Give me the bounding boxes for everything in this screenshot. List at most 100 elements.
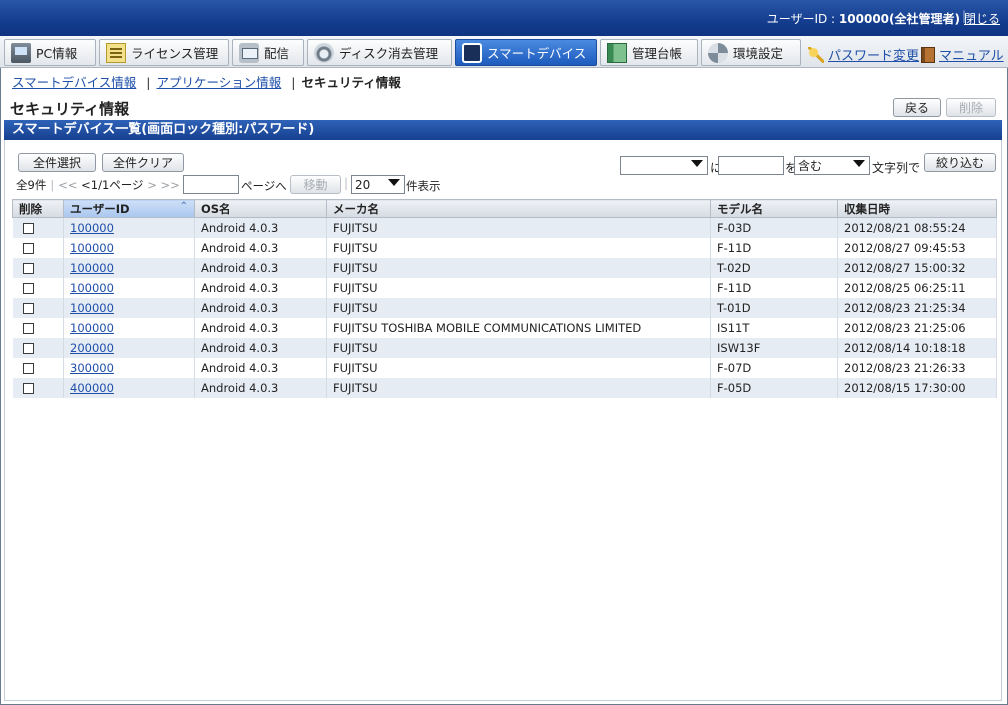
filter-text-input[interactable]: [718, 156, 784, 175]
chevron-down-icon: [691, 160, 703, 167]
clear-all-button[interactable]: 全件クリア: [102, 153, 184, 172]
maker-cell: FUJITSU: [326, 357, 711, 378]
date-cell: 2012/08/25 06:25:11: [837, 277, 997, 298]
model-cell: T-01D: [710, 297, 838, 318]
breadcrumb-app-info[interactable]: アプリケーション情報: [156, 75, 281, 90]
tab-pc-info[interactable]: PC情報: [4, 39, 96, 66]
col-header-date[interactable]: 収集日時: [837, 199, 997, 218]
breadcrumb-smart-device-info[interactable]: スマートデバイス情報: [12, 75, 136, 90]
last-page-link[interactable]: >>: [161, 178, 180, 192]
page-info: <1/1ページ: [81, 178, 144, 192]
delete-cell: [12, 377, 64, 398]
delete-checkbox[interactable]: [22, 342, 34, 354]
select-all-button[interactable]: 全件選択: [18, 153, 96, 172]
date-cell: 2012/08/14 10:18:18: [837, 337, 997, 358]
os-cell: Android 4.0.3: [194, 337, 327, 358]
delete-checkbox[interactable]: [22, 382, 34, 394]
table-row: 100000 Android 4.0.3 FUJITSU TOSHIBA MOBIL…: [12, 317, 997, 338]
user-id-link[interactable]: 100000: [70, 221, 114, 235]
page-number-input[interactable]: [183, 175, 239, 194]
delete-checkbox[interactable]: [22, 322, 34, 334]
tab-license[interactable]: ライセンス管理: [99, 39, 229, 66]
table-row: 300000 Android 4.0.3 FUJITSU F-07D 2012/08/2…: [12, 357, 997, 378]
tab-distribution[interactable]: 配信: [232, 39, 304, 66]
delete-checkbox[interactable]: [22, 262, 34, 274]
col-header-os[interactable]: OS名: [194, 199, 327, 218]
tab-smart-device[interactable]: スマートデバイス: [455, 39, 597, 66]
delete-checkbox[interactable]: [22, 362, 34, 374]
maker-cell: FUJITSU: [326, 337, 711, 358]
manual-label: マニュアル: [939, 49, 1004, 64]
key-icon: [808, 46, 824, 63]
filter-field-select[interactable]: [620, 156, 708, 175]
user-id-link[interactable]: 100000: [70, 281, 114, 295]
manual-link[interactable]: マニュアル: [921, 45, 1004, 64]
maker-cell: FUJITSU: [326, 217, 711, 238]
tab-label: ディスク消去管理: [339, 46, 439, 61]
total-count: 全9件: [16, 178, 47, 192]
table-row: 100000 Android 4.0.3 FUJITSU F-11D 2012/08/2…: [12, 277, 997, 298]
date-cell: 2012/08/27 15:00:32: [837, 257, 997, 278]
col-header-label: ユーザーID: [70, 201, 130, 216]
distribution-icon: [239, 42, 259, 63]
tab-label: 配信: [264, 46, 290, 61]
col-header-user-id[interactable]: ユーザーID ⌃: [63, 199, 195, 218]
user-id-link[interactable]: 200000: [70, 341, 114, 355]
table-row: 200000 Android 4.0.3 FUJITSU ISW13F 2012/08/…: [12, 337, 997, 358]
breadcrumb-sep: |: [146, 75, 151, 90]
close-link[interactable]: 閉じる: [964, 10, 1000, 27]
user-id-link[interactable]: 400000: [70, 381, 114, 395]
user-id-cell: 100000: [63, 277, 195, 298]
table-row: 400000 Android 4.0.3 FUJITSU F-05D 2012/08/1…: [12, 377, 997, 398]
os-cell: Android 4.0.3: [194, 217, 327, 238]
user-id-cell: 300000: [63, 357, 195, 378]
move-button[interactable]: 移動: [290, 175, 341, 194]
tab-ledger[interactable]: 管理台帳: [600, 39, 698, 66]
delete-cell: [12, 317, 64, 338]
delete-cell: [12, 357, 64, 378]
delete-checkbox[interactable]: [22, 302, 34, 314]
user-id-cell: 100000: [63, 297, 195, 318]
tab-label: PC情報: [36, 46, 78, 61]
delete-checkbox[interactable]: [22, 242, 34, 254]
main-nav: PC情報 ライセンス管理 配信 ディスク消去管理 スマートデバイス 管理台帳 環…: [0, 36, 1008, 68]
table-row: 100000 Android 4.0.3 FUJITSU T-02D 2012/08/2…: [12, 257, 997, 278]
col-header-maker[interactable]: メーカ名: [326, 199, 711, 218]
pager: 全9件 | << <1/1ページ > >> |: [16, 177, 192, 193]
filter-button[interactable]: 絞り込む: [924, 153, 996, 172]
date-cell: 2012/08/23 21:25:06: [837, 317, 997, 338]
page-size-select[interactable]: 20: [351, 175, 405, 194]
os-cell: Android 4.0.3: [194, 377, 327, 398]
user-id-link[interactable]: 100000: [70, 261, 114, 275]
first-page-link[interactable]: <<: [58, 178, 77, 192]
sort-ascending-icon: ⌃: [179, 200, 188, 212]
filter-operator-value: 含む: [798, 159, 823, 173]
user-id-link[interactable]: 100000: [70, 321, 114, 335]
tab-label: 管理台帳: [632, 46, 683, 61]
model-cell: F-11D: [710, 277, 838, 298]
delete-button[interactable]: 削除: [946, 98, 996, 117]
os-cell: Android 4.0.3: [194, 277, 327, 298]
password-change-link[interactable]: パスワード変更: [808, 45, 919, 64]
col-header-model[interactable]: モデル名: [710, 199, 838, 218]
breadcrumb-sep: |: [291, 75, 296, 90]
date-cell: 2012/08/15 17:30:00: [837, 377, 997, 398]
tab-disk-erase[interactable]: ディスク消去管理: [307, 39, 452, 66]
model-cell: ISW13F: [710, 337, 838, 358]
delete-checkbox[interactable]: [22, 222, 34, 234]
license-icon: [106, 42, 126, 63]
section-header: スマートデバイス一覧(画面ロック種別:パスワード): [4, 120, 1002, 140]
user-id-link[interactable]: 100000: [70, 301, 114, 315]
user-id-link[interactable]: 100000: [70, 241, 114, 255]
next-page-link[interactable]: >: [147, 178, 157, 192]
user-info: ユーザーID : 100000(全社管理者): [767, 10, 960, 27]
filter-operator-select[interactable]: 含む: [794, 156, 870, 175]
back-button[interactable]: 戻る: [893, 98, 941, 117]
model-cell: F-11D: [710, 237, 838, 258]
delete-cell: [12, 337, 64, 358]
tab-settings[interactable]: 環境設定: [701, 39, 801, 66]
delete-cell: [12, 277, 64, 298]
user-id-link[interactable]: 300000: [70, 361, 114, 375]
model-cell: F-05D: [710, 377, 838, 398]
delete-checkbox[interactable]: [22, 282, 34, 294]
